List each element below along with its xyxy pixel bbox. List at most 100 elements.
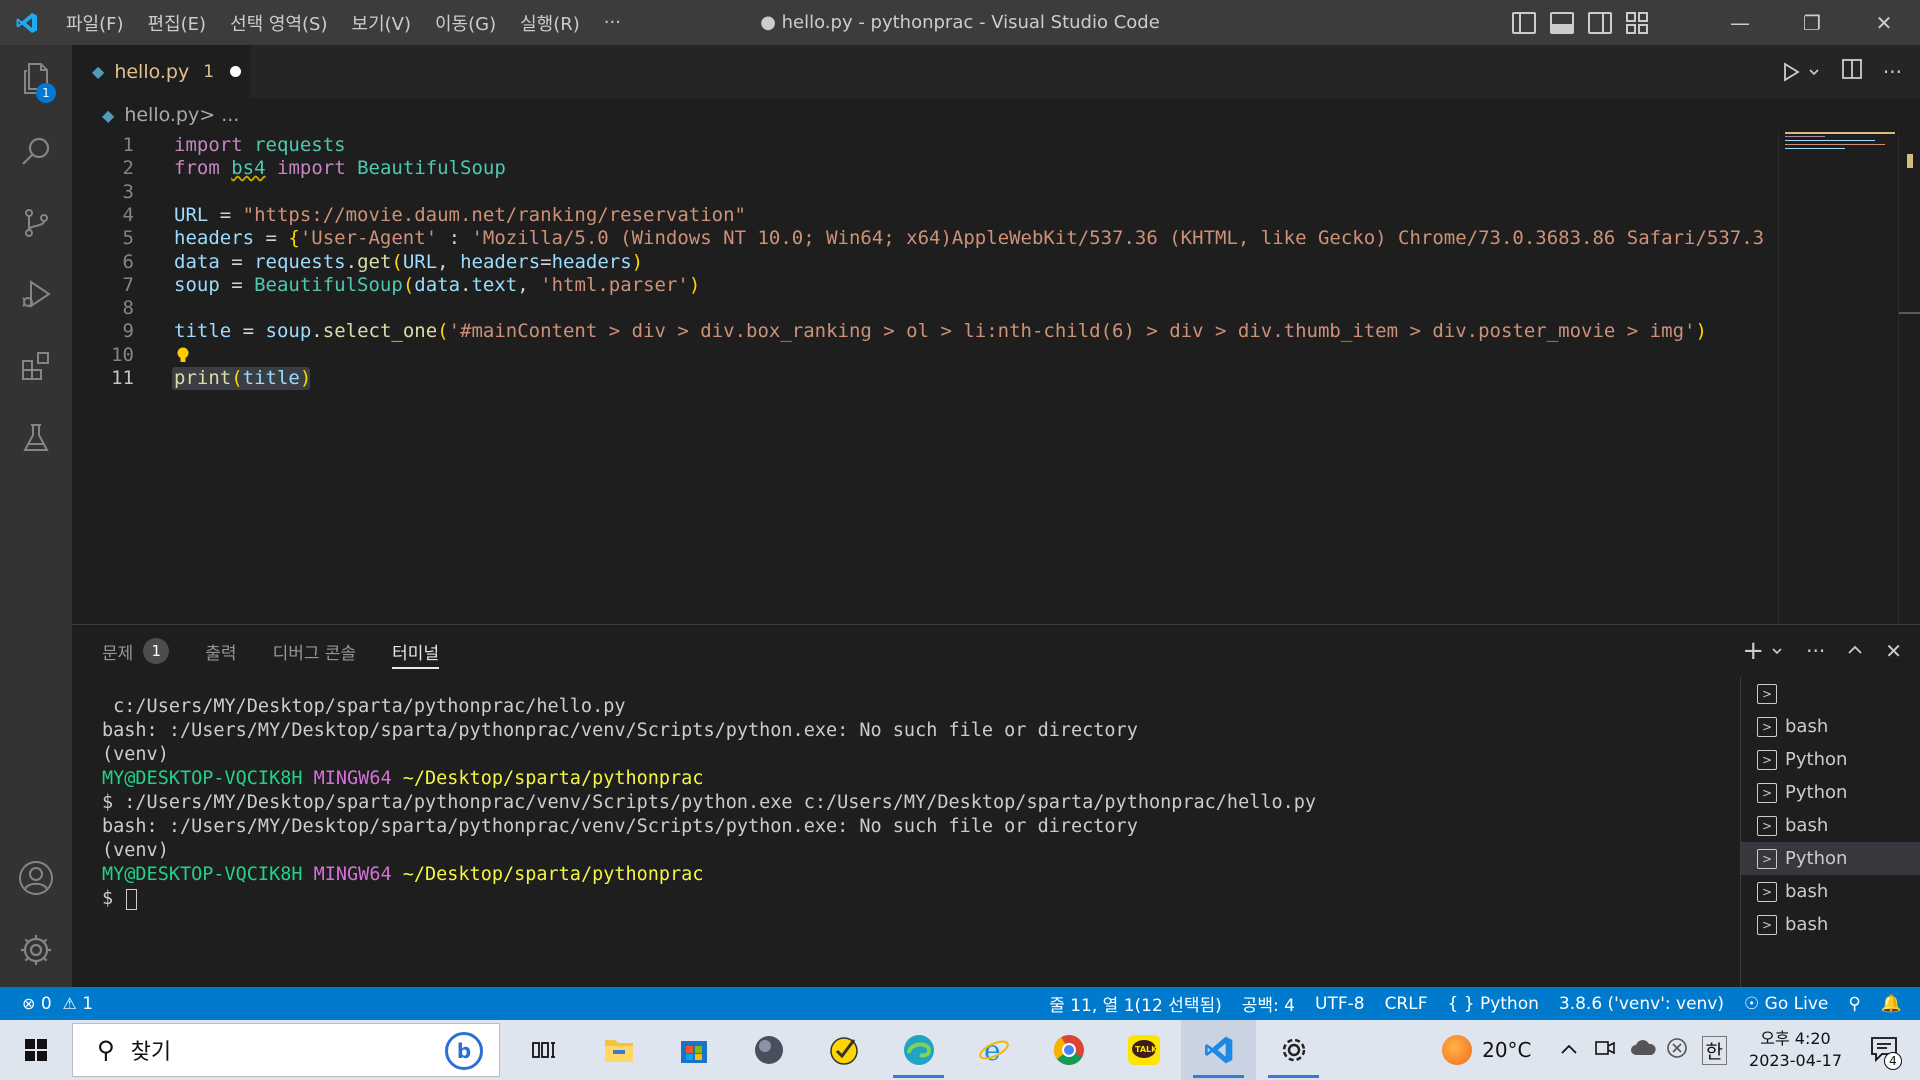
panel-more-icon[interactable]: ··· (1806, 639, 1825, 663)
terminal-dropdown-icon[interactable] (1770, 639, 1784, 663)
code-editor[interactable]: 1 import requests 2 from bs4 import Beautif… (72, 132, 1778, 624)
menu-file[interactable]: 파일(F) (54, 0, 136, 45)
cursor-position[interactable]: 줄 11, 열 1(12 선택됨) (1039, 987, 1232, 1020)
search-icon[interactable] (0, 118, 72, 184)
ime-indicator[interactable]: 한 (1701, 1035, 1728, 1065)
close-window-button[interactable]: ✕ (1848, 0, 1920, 45)
terminal-list-item[interactable]: > bash (1741, 809, 1920, 842)
python-interpreter[interactable]: 3.8.6 ('venv': venv) (1549, 987, 1734, 1020)
clock[interactable]: 오후 4:20 2023-04-17 (1749, 1028, 1842, 1072)
explorer-icon[interactable]: 1 (0, 45, 72, 111)
windows-start-icon[interactable] (0, 1020, 72, 1080)
code-line[interactable]: 5 headers = {'User-Agent' : 'Mozilla/5.0 … (72, 227, 1778, 250)
editor-vertical-scrollbar[interactable] (1898, 132, 1920, 624)
tab-output[interactable]: 출력 (205, 625, 236, 677)
terminal-output[interactable]: c:/Users/MY/Desktop/sparta/pythonprac/he… (102, 695, 1802, 975)
more-actions-icon[interactable]: ··· (1883, 60, 1902, 84)
menu-more[interactable]: ··· (592, 0, 633, 45)
minimap[interactable] (1778, 132, 1898, 624)
code-line[interactable]: 2 from bs4 import BeautifulSoup (72, 157, 1778, 180)
unsaved-dot-icon[interactable] (230, 66, 242, 77)
breadcrumb-symbols[interactable]: > ... (199, 104, 239, 126)
chrome-browser-icon[interactable] (1031, 1020, 1106, 1080)
network-disconnected-icon[interactable] (1666, 1037, 1688, 1063)
new-terminal-icon[interactable]: + (1742, 636, 1764, 666)
menu-go[interactable]: 이동(G) (423, 0, 508, 45)
indentation[interactable]: 공백: 4 (1232, 987, 1305, 1020)
todo-check-icon[interactable] (806, 1020, 881, 1080)
language-mode[interactable]: { } Python (1438, 987, 1549, 1020)
task-view-icon[interactable] (506, 1020, 581, 1080)
bing-icon[interactable]: b (445, 1032, 483, 1070)
svg-text:e: e (984, 1034, 1001, 1067)
internet-explorer-icon[interactable]: e (956, 1020, 1031, 1080)
terminal-list-item[interactable]: > Python (1741, 776, 1920, 809)
toggle-primary-sidebar-icon[interactable] (1512, 11, 1536, 34)
microsoft-store-icon[interactable] (656, 1020, 731, 1080)
taskbar-search-box[interactable]: ⚲ 찾기 b (72, 1023, 500, 1077)
terminal-line: (venv) (102, 743, 1802, 767)
tray-chevron-up-icon[interactable] (1560, 1040, 1578, 1061)
toggle-panel-icon[interactable] (1550, 11, 1574, 34)
minimize-button[interactable]: — (1704, 0, 1776, 45)
tab-hello-py[interactable]: ◆ hello.py 1 (72, 45, 250, 98)
sphere-app-icon[interactable] (731, 1020, 806, 1080)
onedrive-cloud-icon[interactable] (1630, 1039, 1656, 1061)
line-number: 7 (122, 273, 134, 296)
vscode-taskbar-icon[interactable] (1181, 1020, 1256, 1080)
end-of-line[interactable]: CRLF (1375, 987, 1438, 1020)
terminal-list-item[interactable]: > (1741, 677, 1920, 710)
code-line[interactable]: 10 (72, 344, 1778, 367)
error-icon: ⊗ (22, 994, 36, 1013)
code-line[interactable]: 6 data = requests.get(URL, headers=header… (72, 251, 1778, 274)
meet-now-icon[interactable] (1594, 1038, 1616, 1062)
menu-edit[interactable]: 편집(E) (136, 0, 219, 45)
accounts-icon[interactable] (0, 845, 72, 911)
maximize-panel-icon[interactable] (1847, 639, 1863, 663)
terminal-list-item[interactable]: > bash (1741, 908, 1920, 941)
terminal-list-item[interactable]: > Python (1741, 842, 1920, 875)
problems-status[interactable]: ⊗ 0 ⚠ 1 (0, 987, 103, 1020)
notification-center-icon[interactable]: 4 (1866, 1030, 1906, 1070)
tab-terminal[interactable]: 터미널 (392, 625, 439, 677)
code-line[interactable]: 9 title = soup.select_one('#mainContent >… (72, 320, 1778, 343)
code-line[interactable]: 4 URL = "https://movie.daum.net/ranking/r… (72, 204, 1778, 227)
edge-browser-icon[interactable] (881, 1020, 956, 1080)
toggle-secondary-sidebar-icon[interactable] (1588, 11, 1612, 34)
breadcrumb-file[interactable]: hello.py (124, 104, 199, 126)
tab-problems[interactable]: 문제 1 (102, 625, 170, 677)
file-explorer-icon[interactable] (581, 1020, 656, 1080)
manage-gear-icon[interactable] (0, 917, 72, 983)
menu-view[interactable]: 보기(V) (340, 0, 423, 45)
code-token: from (174, 157, 220, 180)
weather-temp[interactable]: 20°C (1482, 1038, 1531, 1062)
encoding[interactable]: UTF-8 (1305, 987, 1375, 1020)
restore-button[interactable]: ❐ (1776, 0, 1848, 45)
run-python-file-icon[interactable] (1781, 61, 1821, 82)
notifications-bell-icon[interactable]: 🔔 (1871, 987, 1920, 1020)
run-and-debug-icon[interactable] (0, 261, 72, 327)
code-line[interactable]: 3 (72, 181, 1778, 204)
source-control-icon[interactable] (0, 190, 72, 256)
menu-run[interactable]: 실행(R) (508, 0, 592, 45)
extensions-icon[interactable] (0, 333, 72, 399)
testing-icon[interactable] (0, 405, 72, 471)
live-share-icon[interactable]: ⚲ (1838, 987, 1870, 1020)
code-line[interactable]: 1 import requests (72, 134, 1778, 157)
weather-icon[interactable] (1442, 1035, 1473, 1065)
split-editor-icon[interactable] (1841, 58, 1863, 85)
code-token: headers (174, 227, 255, 250)
kakaotalk-icon[interactable]: TALK (1106, 1020, 1181, 1080)
tab-debug-console[interactable]: 디버그 콘솔 (273, 625, 357, 677)
terminal-list-item[interactable]: > bash (1741, 875, 1920, 908)
menu-selection[interactable]: 선택 영역(S) (218, 0, 339, 45)
terminal-list-item[interactable]: > Python (1741, 743, 1920, 776)
code-line[interactable]: 8 (72, 297, 1778, 320)
code-line[interactable]: 11 print(title) (72, 367, 1778, 391)
code-line[interactable]: 7 soup = BeautifulSoup(data.text, 'html.p… (72, 274, 1778, 297)
terminal-list-item[interactable]: > bash (1741, 710, 1920, 743)
go-live[interactable]: ☉ Go Live (1734, 987, 1838, 1020)
settings-gear-taskbar-icon[interactable] (1256, 1020, 1331, 1080)
close-panel-icon[interactable]: ✕ (1885, 639, 1902, 663)
customize-layout-icon[interactable] (1626, 11, 1648, 34)
